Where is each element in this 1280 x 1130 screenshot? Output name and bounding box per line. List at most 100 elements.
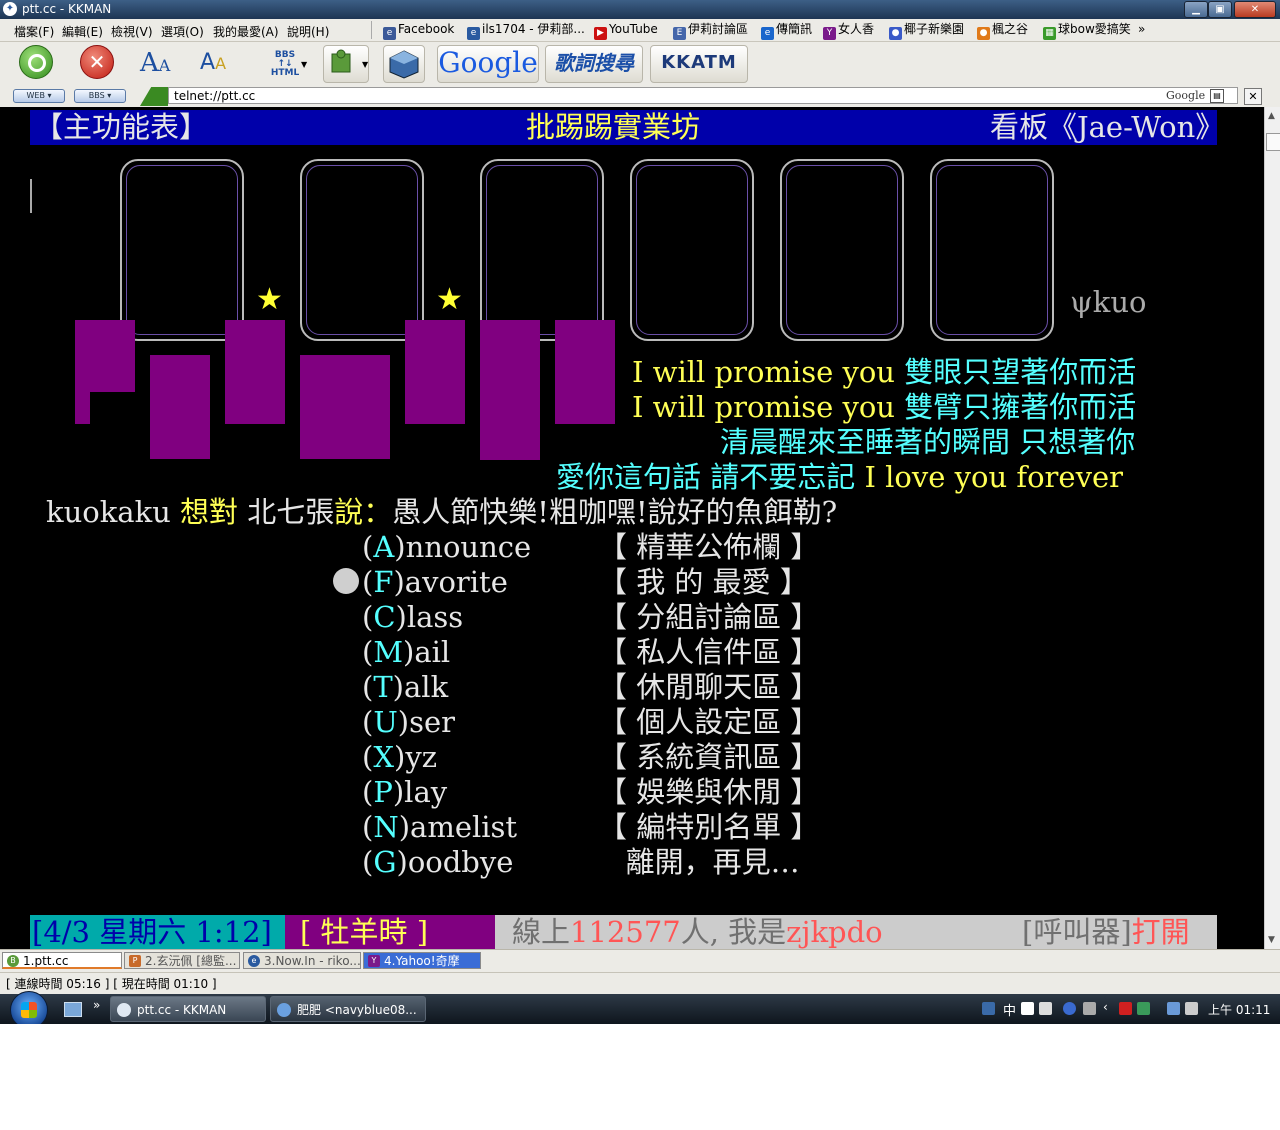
- font-size-icon[interactable]: AA: [140, 45, 180, 81]
- taskbar-item-kkman[interactable]: ptt.cc - KKMAN: [110, 996, 266, 1022]
- search-options-icon[interactable]: ▤: [1210, 89, 1224, 103]
- menu-options[interactable]: 選項(O): [161, 23, 204, 40]
- menu-item-announce[interactable]: (A)nnounce: [362, 530, 531, 565]
- close-button[interactable]: ✕: [1234, 1, 1276, 18]
- language-icon[interactable]: [982, 1002, 995, 1015]
- chevron-down-icon[interactable]: ▼: [362, 60, 368, 69]
- chat-icon: ●: [889, 27, 902, 40]
- close-search-icon[interactable]: ✕: [1244, 88, 1262, 105]
- kkatm-button[interactable]: KKATM: [650, 45, 748, 83]
- link-coconut[interactable]: ● 椰子新樂園: [889, 21, 964, 40]
- scroll-up-icon[interactable]: ▲: [1268, 111, 1275, 121]
- tab-2[interactable]: P 2.玄沅佩 [總監...: [124, 952, 240, 969]
- menu-view[interactable]: 檢視(V): [111, 23, 153, 40]
- menu-edit[interactable]: 編輯(E): [62, 23, 103, 40]
- connect-button[interactable]: [19, 45, 53, 79]
- scroll-thumb[interactable]: [1266, 133, 1280, 151]
- quicklaunch-more-icon[interactable]: »: [93, 998, 100, 1012]
- menu-key: X: [373, 740, 394, 774]
- star-icon: ★: [436, 282, 463, 317]
- link-facebook[interactable]: e Facebook: [383, 21, 454, 40]
- menu-item-xyz[interactable]: (X)yz: [362, 740, 437, 775]
- menu-item-namelist[interactable]: (N)amelist: [362, 810, 517, 845]
- antivirus-icon[interactable]: [1119, 1002, 1132, 1015]
- art-letter-a: [120, 159, 244, 341]
- menu-cursor: [333, 568, 359, 594]
- windows-logo-icon: [21, 1002, 37, 1018]
- cube-button[interactable]: [383, 45, 425, 83]
- link-maplestory[interactable]: ● 楓之谷: [977, 21, 1028, 40]
- tab-bar: B 1.ptt.cc P 2.玄沅佩 [總監... e 3.Now.In - riko…: [0, 949, 1280, 972]
- lyric-search-button[interactable]: 歌詞搜尋: [545, 45, 643, 83]
- menu-item-mail[interactable]: (M)ail: [362, 635, 450, 670]
- network-icon[interactable]: [1167, 1002, 1180, 1015]
- fullwidth-icon[interactable]: [1021, 1002, 1034, 1015]
- links-overflow-chevron[interactable]: »: [1138, 22, 1145, 36]
- tab-3[interactable]: e 3.Now.In - riko...: [243, 952, 361, 969]
- kkman-globe-icon: e: [248, 955, 260, 967]
- tab-ptt[interactable]: B 1.ptt.cc: [2, 952, 122, 969]
- menu-key: G: [373, 845, 397, 879]
- url-input[interactable]: telnet://ptt.cc: [168, 87, 1238, 104]
- menu-item-play[interactable]: (P)lay: [362, 775, 447, 810]
- menu-desc: 【 私人信件區 】: [598, 635, 820, 669]
- menu-item-goodbye[interactable]: (G)oodbye: [362, 845, 513, 880]
- lyric-line-1: I will promise you 雙眼只望著你而活: [632, 355, 1136, 390]
- help-icon[interactable]: [1063, 1002, 1076, 1015]
- bbs-html-toggle[interactable]: BBS ↑↓ HTML: [265, 45, 305, 87]
- messenger-icon: [277, 1003, 291, 1017]
- menu-key: T: [373, 670, 393, 704]
- art-letter-g: [480, 159, 604, 341]
- message-want: 想對: [180, 495, 248, 529]
- status-bar: [ 連線時間 05:16 ] [ 現在時間 01:10 ]: [0, 972, 1280, 994]
- menu-item-talk[interactable]: (T)alk: [362, 670, 448, 705]
- start-button[interactable]: [10, 991, 48, 1024]
- taskbar-item-label: 肥肥 <navyblue08...: [297, 1003, 417, 1017]
- tray-chevron-icon[interactable]: ‹: [1103, 1000, 1108, 1014]
- show-desktop-icon[interactable]: [64, 1002, 82, 1017]
- link-youtube[interactable]: ▶ YouTube: [594, 21, 658, 40]
- menu-item-class[interactable]: (C)lass: [362, 600, 463, 635]
- chevron-down-icon[interactable]: ▼: [301, 60, 307, 69]
- maximize-button[interactable]: ▣: [1208, 1, 1232, 18]
- message-from: kuokaku: [46, 495, 181, 529]
- clock[interactable]: 上午 01:11: [1208, 1001, 1270, 1018]
- link-qbow[interactable]: ▦ 球bow愛搞笑: [1043, 21, 1131, 40]
- search-engine-label[interactable]: Google: [1166, 89, 1205, 102]
- message-say: 說：: [334, 495, 393, 529]
- menu-bar: 檔案(F) 編輯(E) 檢視(V) 選項(O) 我的最愛(A) 說明(H) eF…: [0, 19, 1280, 42]
- bbs-terminal[interactable]: 【主功能表】 批踢踢實業坊 看板《Jae-Won》 ★ ★ ψkuo I wil…: [0, 107, 1264, 949]
- promise-block: [75, 320, 135, 392]
- youtube-icon: ▶: [594, 27, 607, 40]
- web-mode-button[interactable]: WEB ▾: [13, 89, 65, 103]
- terminal-scrollbar[interactable]: ▲ ▼: [1264, 107, 1280, 949]
- link-sms[interactable]: e 傳簡訊: [761, 21, 812, 40]
- tab-yahoo[interactable]: Y 4.Yahoo!奇摩: [363, 952, 481, 969]
- google-button[interactable]: Google: [437, 45, 539, 83]
- minimize-button[interactable]: ▁: [1184, 1, 1208, 18]
- link-women[interactable]: Y 女人香: [823, 21, 874, 40]
- menu-desc: 【 分組討論區 】: [598, 600, 820, 634]
- font-style-icon[interactable]: AA: [200, 45, 240, 81]
- disconnect-button[interactable]: ✕: [80, 45, 114, 79]
- menu-item-user[interactable]: (U)ser: [362, 705, 455, 740]
- kkman-window: ✦ ptt.cc - KKMAN ▁ ▣ ✕ 檔案(F) 編輯(E) 檢視(V)…: [0, 0, 1280, 1024]
- address-tab-decoration: [140, 87, 168, 106]
- menu-item-favorite[interactable]: (F)avorite: [362, 565, 508, 600]
- menu-desc: 【 娛樂與休閒 】: [598, 775, 820, 809]
- link-ils1704[interactable]: e ils1704 - 伊莉部...: [467, 21, 585, 40]
- taskbar-item-msn[interactable]: 肥肥 <navyblue08...: [270, 996, 426, 1022]
- ime-options-icon[interactable]: [1083, 1002, 1096, 1015]
- ime-indicator[interactable]: 中: [1003, 1000, 1016, 1019]
- volume-icon[interactable]: [1185, 1002, 1198, 1015]
- scroll-down-icon[interactable]: ▼: [1268, 935, 1275, 945]
- menu-file[interactable]: 檔案(F): [14, 23, 54, 40]
- link-eyny[interactable]: E 伊莉討論區: [673, 21, 748, 40]
- bbs-mode-button[interactable]: BBS ▾: [74, 89, 126, 103]
- menu-favorites[interactable]: 我的最愛(A): [213, 23, 279, 40]
- users-icon[interactable]: [1137, 1002, 1150, 1015]
- lyric-en: I love you forever: [864, 460, 1123, 494]
- menu-help[interactable]: 說明(H): [287, 23, 329, 40]
- keyboard-icon[interactable]: [1039, 1002, 1052, 1015]
- status-hour: [ 牡羊時 ]: [300, 915, 429, 949]
